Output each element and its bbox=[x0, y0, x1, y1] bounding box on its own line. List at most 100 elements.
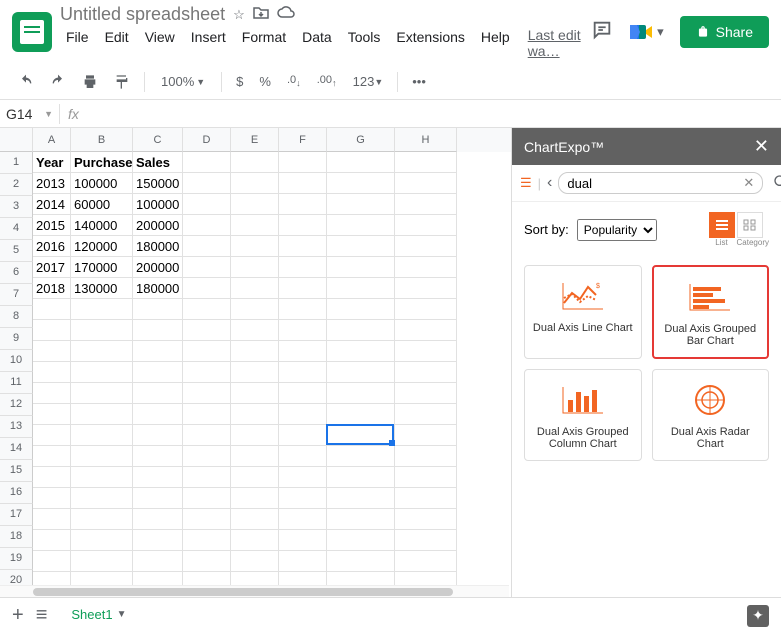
cell[interactable] bbox=[71, 509, 133, 530]
cell[interactable] bbox=[183, 488, 231, 509]
cell[interactable] bbox=[231, 299, 279, 320]
cell[interactable]: 180000 bbox=[133, 278, 183, 299]
cell[interactable] bbox=[395, 425, 457, 446]
sort-select[interactable]: Popularity bbox=[577, 219, 657, 241]
cell[interactable] bbox=[183, 425, 231, 446]
cell[interactable] bbox=[395, 299, 457, 320]
cell[interactable] bbox=[279, 362, 327, 383]
decrease-decimal-button[interactable]: .0↓ bbox=[281, 70, 307, 92]
cell[interactable] bbox=[71, 530, 133, 551]
cell[interactable] bbox=[231, 194, 279, 215]
cell[interactable] bbox=[231, 467, 279, 488]
cell[interactable] bbox=[183, 467, 231, 488]
share-button[interactable]: Share bbox=[680, 16, 769, 48]
cell[interactable] bbox=[327, 425, 395, 446]
cell[interactable] bbox=[33, 446, 71, 467]
cell[interactable] bbox=[71, 320, 133, 341]
cell[interactable] bbox=[327, 551, 395, 572]
cell[interactable] bbox=[231, 551, 279, 572]
cell[interactable] bbox=[133, 551, 183, 572]
col-header-G[interactable]: G bbox=[327, 128, 395, 152]
cell[interactable] bbox=[327, 362, 395, 383]
chart-search-box[interactable]: ✕ bbox=[558, 172, 763, 194]
cell[interactable] bbox=[395, 362, 457, 383]
cell[interactable] bbox=[231, 215, 279, 236]
cell[interactable] bbox=[327, 173, 395, 194]
cell[interactable] bbox=[71, 425, 133, 446]
star-icon[interactable]: ☆ bbox=[233, 7, 245, 23]
row-header-17[interactable]: 17 bbox=[0, 504, 33, 526]
cell[interactable] bbox=[133, 362, 183, 383]
cell[interactable] bbox=[231, 383, 279, 404]
cell[interactable] bbox=[279, 215, 327, 236]
row-header-7[interactable]: 7 bbox=[0, 284, 33, 306]
cell[interactable] bbox=[395, 173, 457, 194]
cell[interactable] bbox=[327, 404, 395, 425]
cell[interactable] bbox=[279, 194, 327, 215]
view-list-button[interactable] bbox=[709, 212, 735, 238]
cell[interactable] bbox=[279, 257, 327, 278]
cell[interactable] bbox=[395, 551, 457, 572]
cell[interactable] bbox=[327, 320, 395, 341]
cell[interactable] bbox=[33, 404, 71, 425]
cell[interactable] bbox=[279, 320, 327, 341]
cell[interactable] bbox=[71, 488, 133, 509]
cell[interactable] bbox=[71, 551, 133, 572]
cell[interactable] bbox=[279, 488, 327, 509]
cell[interactable] bbox=[183, 194, 231, 215]
cell[interactable] bbox=[279, 236, 327, 257]
cell[interactable] bbox=[183, 278, 231, 299]
cell[interactable] bbox=[183, 383, 231, 404]
col-header-A[interactable]: A bbox=[33, 128, 71, 152]
cell[interactable] bbox=[395, 236, 457, 257]
cell[interactable] bbox=[133, 446, 183, 467]
explore-button[interactable]: ✦ bbox=[747, 605, 769, 627]
cell[interactable] bbox=[327, 467, 395, 488]
search-icon[interactable] bbox=[773, 174, 781, 193]
format-percent-button[interactable]: % bbox=[253, 70, 277, 93]
cloud-status-icon[interactable] bbox=[277, 6, 295, 23]
cell[interactable]: Year bbox=[33, 152, 71, 173]
cell[interactable] bbox=[395, 509, 457, 530]
menu-data[interactable]: Data bbox=[296, 27, 338, 59]
cell[interactable] bbox=[71, 362, 133, 383]
row-header-13[interactable]: 13 bbox=[0, 416, 33, 438]
move-to-folder-icon[interactable] bbox=[253, 6, 269, 23]
cell[interactable] bbox=[327, 278, 395, 299]
cell[interactable] bbox=[231, 173, 279, 194]
cell[interactable] bbox=[33, 320, 71, 341]
cell[interactable] bbox=[279, 383, 327, 404]
cell[interactable] bbox=[395, 488, 457, 509]
cell[interactable] bbox=[133, 509, 183, 530]
cell[interactable] bbox=[279, 299, 327, 320]
add-sheet-button[interactable]: + bbox=[12, 604, 24, 627]
menu-tools[interactable]: Tools bbox=[342, 27, 387, 59]
menu-help[interactable]: Help bbox=[475, 27, 516, 59]
cell[interactable] bbox=[327, 215, 395, 236]
cell[interactable] bbox=[133, 530, 183, 551]
meet-button[interactable]: ▾ bbox=[629, 22, 664, 42]
cell[interactable] bbox=[183, 530, 231, 551]
menu-view[interactable]: View bbox=[139, 27, 181, 59]
cell[interactable] bbox=[327, 257, 395, 278]
cell[interactable] bbox=[327, 530, 395, 551]
cell[interactable] bbox=[71, 299, 133, 320]
chart-search-input[interactable] bbox=[567, 176, 743, 191]
cell[interactable] bbox=[71, 467, 133, 488]
cell[interactable] bbox=[183, 236, 231, 257]
comment-history-icon[interactable] bbox=[591, 19, 613, 44]
cell[interactable] bbox=[395, 278, 457, 299]
menu-file[interactable]: File bbox=[60, 27, 95, 59]
cell[interactable]: 150000 bbox=[133, 173, 183, 194]
cell[interactable] bbox=[183, 257, 231, 278]
cell[interactable]: Sales bbox=[133, 152, 183, 173]
cell[interactable]: 180000 bbox=[133, 236, 183, 257]
cell[interactable] bbox=[231, 257, 279, 278]
cell[interactable] bbox=[279, 530, 327, 551]
cell[interactable] bbox=[33, 341, 71, 362]
row-header-3[interactable]: 3 bbox=[0, 196, 33, 218]
cell[interactable] bbox=[395, 320, 457, 341]
more-tools-button[interactable]: ••• bbox=[406, 70, 432, 93]
format-currency-button[interactable]: $ bbox=[230, 70, 249, 93]
menu-edit[interactable]: Edit bbox=[99, 27, 135, 59]
